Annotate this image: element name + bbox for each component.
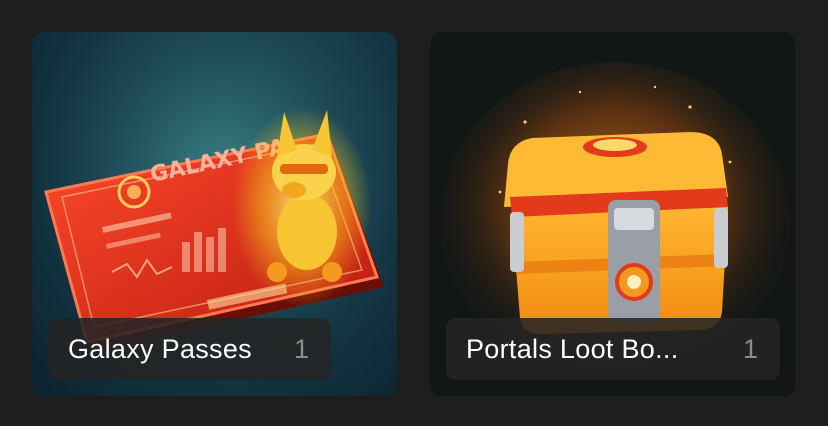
collection-label: Portals Loot Bo... 1 xyxy=(446,318,780,380)
collection-label: Galaxy Passes 1 xyxy=(48,318,331,380)
collection-card-portals-loot-box[interactable]: Portals Loot Bo... 1 xyxy=(430,32,795,396)
collection-count: 1 xyxy=(742,333,758,364)
collection-name: Galaxy Passes xyxy=(68,333,252,364)
collection-count: 1 xyxy=(293,333,309,364)
collection-card-galaxy-passes[interactable]: GALAXY PA Galaxy Passes 1 xyxy=(32,32,397,396)
collection-name: Portals Loot Bo... xyxy=(466,333,679,364)
